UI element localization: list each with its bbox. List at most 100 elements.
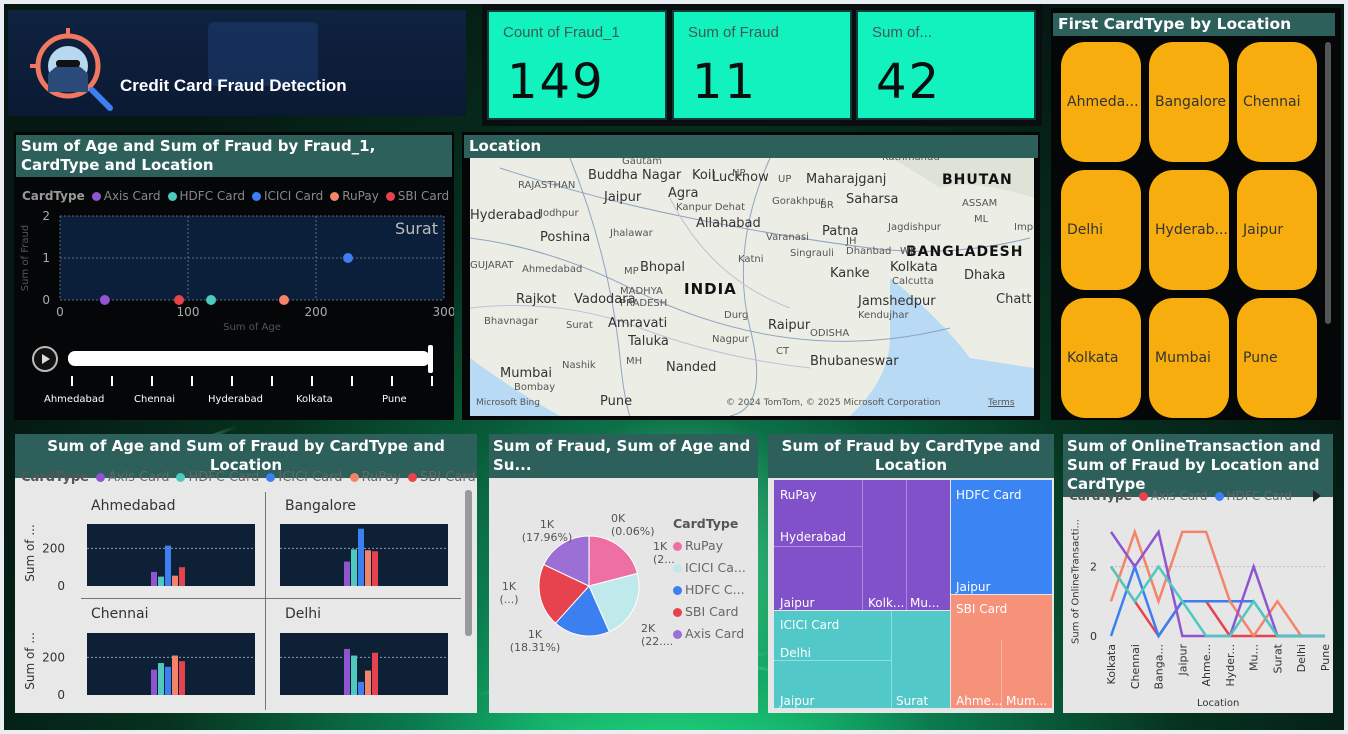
city-tile[interactable]: Delhi	[1061, 170, 1141, 290]
legend-item[interactable]: RuPay	[673, 538, 723, 553]
map-label: Pune	[600, 394, 633, 409]
tick-label: 100	[177, 305, 200, 319]
bar[interactable]	[372, 652, 378, 695]
legend-item[interactable]: ICICI Card	[251, 189, 323, 203]
city-tile[interactable]: Jaipur	[1237, 170, 1317, 290]
legend-item[interactable]: HDFC Card	[167, 189, 245, 203]
bar[interactable]	[158, 576, 164, 586]
kpi-card[interactable]: Sum of Fraud 11	[672, 10, 852, 120]
line-chart[interactable]: 2 0 Kolkata Chennai Banga... Jaipur Ahme... Hyd…	[1063, 434, 1333, 713]
scatter-legend: CardType Axis Card HDFC Card ICICI Card …	[22, 189, 449, 203]
bar[interactable]	[351, 549, 357, 586]
kpi-label: Count of Fraud_1	[503, 24, 620, 41]
legend-item[interactable]: Axis Card	[673, 626, 744, 641]
legend-title: CardType	[673, 516, 739, 531]
bar[interactable]	[344, 561, 350, 586]
treemap-label: SBI Card	[956, 602, 1008, 616]
scatter-point[interactable]	[206, 295, 217, 305]
scatter-point[interactable]	[99, 295, 110, 305]
kpi-card[interactable]: Count of Fraud_1 149	[487, 10, 667, 120]
bar[interactable]	[365, 670, 371, 695]
treemap-divider	[862, 480, 863, 610]
treemap-divider	[906, 480, 907, 610]
tick-label: 0	[56, 305, 64, 319]
legend-item[interactable]: SBI Card	[385, 189, 449, 203]
map-terms-link[interactable]: Terms	[988, 398, 1015, 408]
map-title: Location	[464, 135, 1038, 158]
city-tile[interactable]: Mumbai	[1149, 298, 1229, 418]
kpi-value: 42	[876, 54, 942, 110]
legend-item[interactable]: Axis Card	[91, 189, 161, 203]
kpi-card[interactable]: Sum of... 42	[856, 10, 1036, 120]
treemap-label: Jaipur	[780, 694, 815, 708]
detective-logo-icon	[30, 28, 113, 111]
map-label: BANGLADESH	[906, 244, 1024, 260]
city-tile[interactable]: Ahmeda...	[1061, 42, 1141, 162]
play-icon	[42, 354, 50, 364]
tick-label: 300	[433, 305, 454, 319]
city-tile[interactable]: Chennai	[1237, 42, 1317, 162]
play-button[interactable]	[32, 346, 58, 372]
scatter-point[interactable]	[343, 253, 353, 263]
treemap-label: Surat	[896, 694, 929, 708]
map-label: Dhaka	[964, 268, 1006, 283]
map-label: Kanpur Dehat	[676, 202, 746, 213]
slicer-scrollbar[interactable]	[1325, 42, 1331, 324]
bar[interactable]	[158, 663, 164, 695]
city-tile[interactable]: Kolkata	[1061, 298, 1141, 418]
bar[interactable]	[151, 669, 157, 695]
legend-label: ICICI Ca...	[685, 560, 746, 575]
legend-item[interactable]: ICICI Ca...	[673, 560, 746, 575]
bar[interactable]	[358, 681, 364, 695]
treemap-divider	[891, 611, 892, 708]
map-label: PRADESH	[620, 298, 668, 309]
play-track[interactable]	[68, 351, 430, 366]
city-tile[interactable]: Pune	[1237, 298, 1317, 418]
map-canvas[interactable]: Gautam Buddha Nagar Koil Lucknow UP Maharajga…	[470, 158, 1034, 416]
bar[interactable]	[365, 550, 371, 586]
bar[interactable]	[151, 571, 157, 586]
bar[interactable]	[179, 661, 185, 695]
legend-item[interactable]: SBI Card	[673, 604, 738, 619]
treemap-label: ICICI Card	[780, 618, 840, 632]
tick-label: 2	[42, 209, 50, 223]
bar[interactable]	[172, 575, 178, 586]
map-label: Bhubaneswar	[810, 354, 899, 369]
map-label: Allahabad	[696, 216, 761, 231]
map-label: Raipur	[768, 318, 811, 333]
legend-swatch	[251, 192, 261, 201]
city-tile[interactable]: Bangalore	[1149, 42, 1229, 162]
map-label: ML	[974, 214, 989, 225]
treemap-area[interactable]: RuPay Hyderabad Jaipur Kolk... Mu... HDF…	[774, 480, 1052, 708]
clustered-bar-chart[interactable]: 200 0 200 0	[15, 434, 477, 713]
bar[interactable]	[179, 567, 185, 586]
pie-data-label: (0.06%)	[611, 525, 655, 538]
play-label: Ahmedabad	[44, 394, 105, 405]
bar[interactable]	[165, 666, 171, 695]
category-label: Ahme...	[1200, 644, 1213, 686]
bar[interactable]	[165, 545, 171, 586]
map-label: Jodhpur	[540, 208, 579, 219]
map-label: Durg	[724, 310, 749, 321]
legend-item[interactable]: HDFC C...	[673, 582, 745, 597]
play-label: Kolkata	[296, 394, 333, 405]
bar[interactable]	[172, 655, 178, 695]
scatter-chart[interactable]: 0 1 2 0 100 200 300 Sum of Age Sum of Fraud Surat	[14, 208, 454, 348]
tick-label: 0	[1090, 630, 1097, 643]
scatter-point[interactable]	[279, 295, 289, 305]
logo-banner: Credit Card Fraud Detection	[8, 10, 466, 116]
play-handle[interactable]	[428, 345, 433, 373]
map-label: Calcutta	[892, 276, 934, 287]
bar[interactable]	[344, 648, 350, 695]
bar[interactable]	[358, 528, 364, 586]
legend-item[interactable]: RuPay	[330, 189, 379, 203]
pie-data-label: (2...	[653, 553, 675, 566]
bar[interactable]	[351, 655, 357, 695]
bar[interactable]	[372, 551, 378, 586]
legend-label: Axis Card	[103, 189, 161, 203]
scatter-point[interactable]	[174, 295, 185, 305]
city-tile[interactable]: Hyderab...	[1149, 170, 1229, 290]
map-label: Maharajganj	[806, 172, 887, 187]
legend-label: RuPay	[342, 189, 379, 203]
map-label: Surat	[566, 320, 593, 331]
